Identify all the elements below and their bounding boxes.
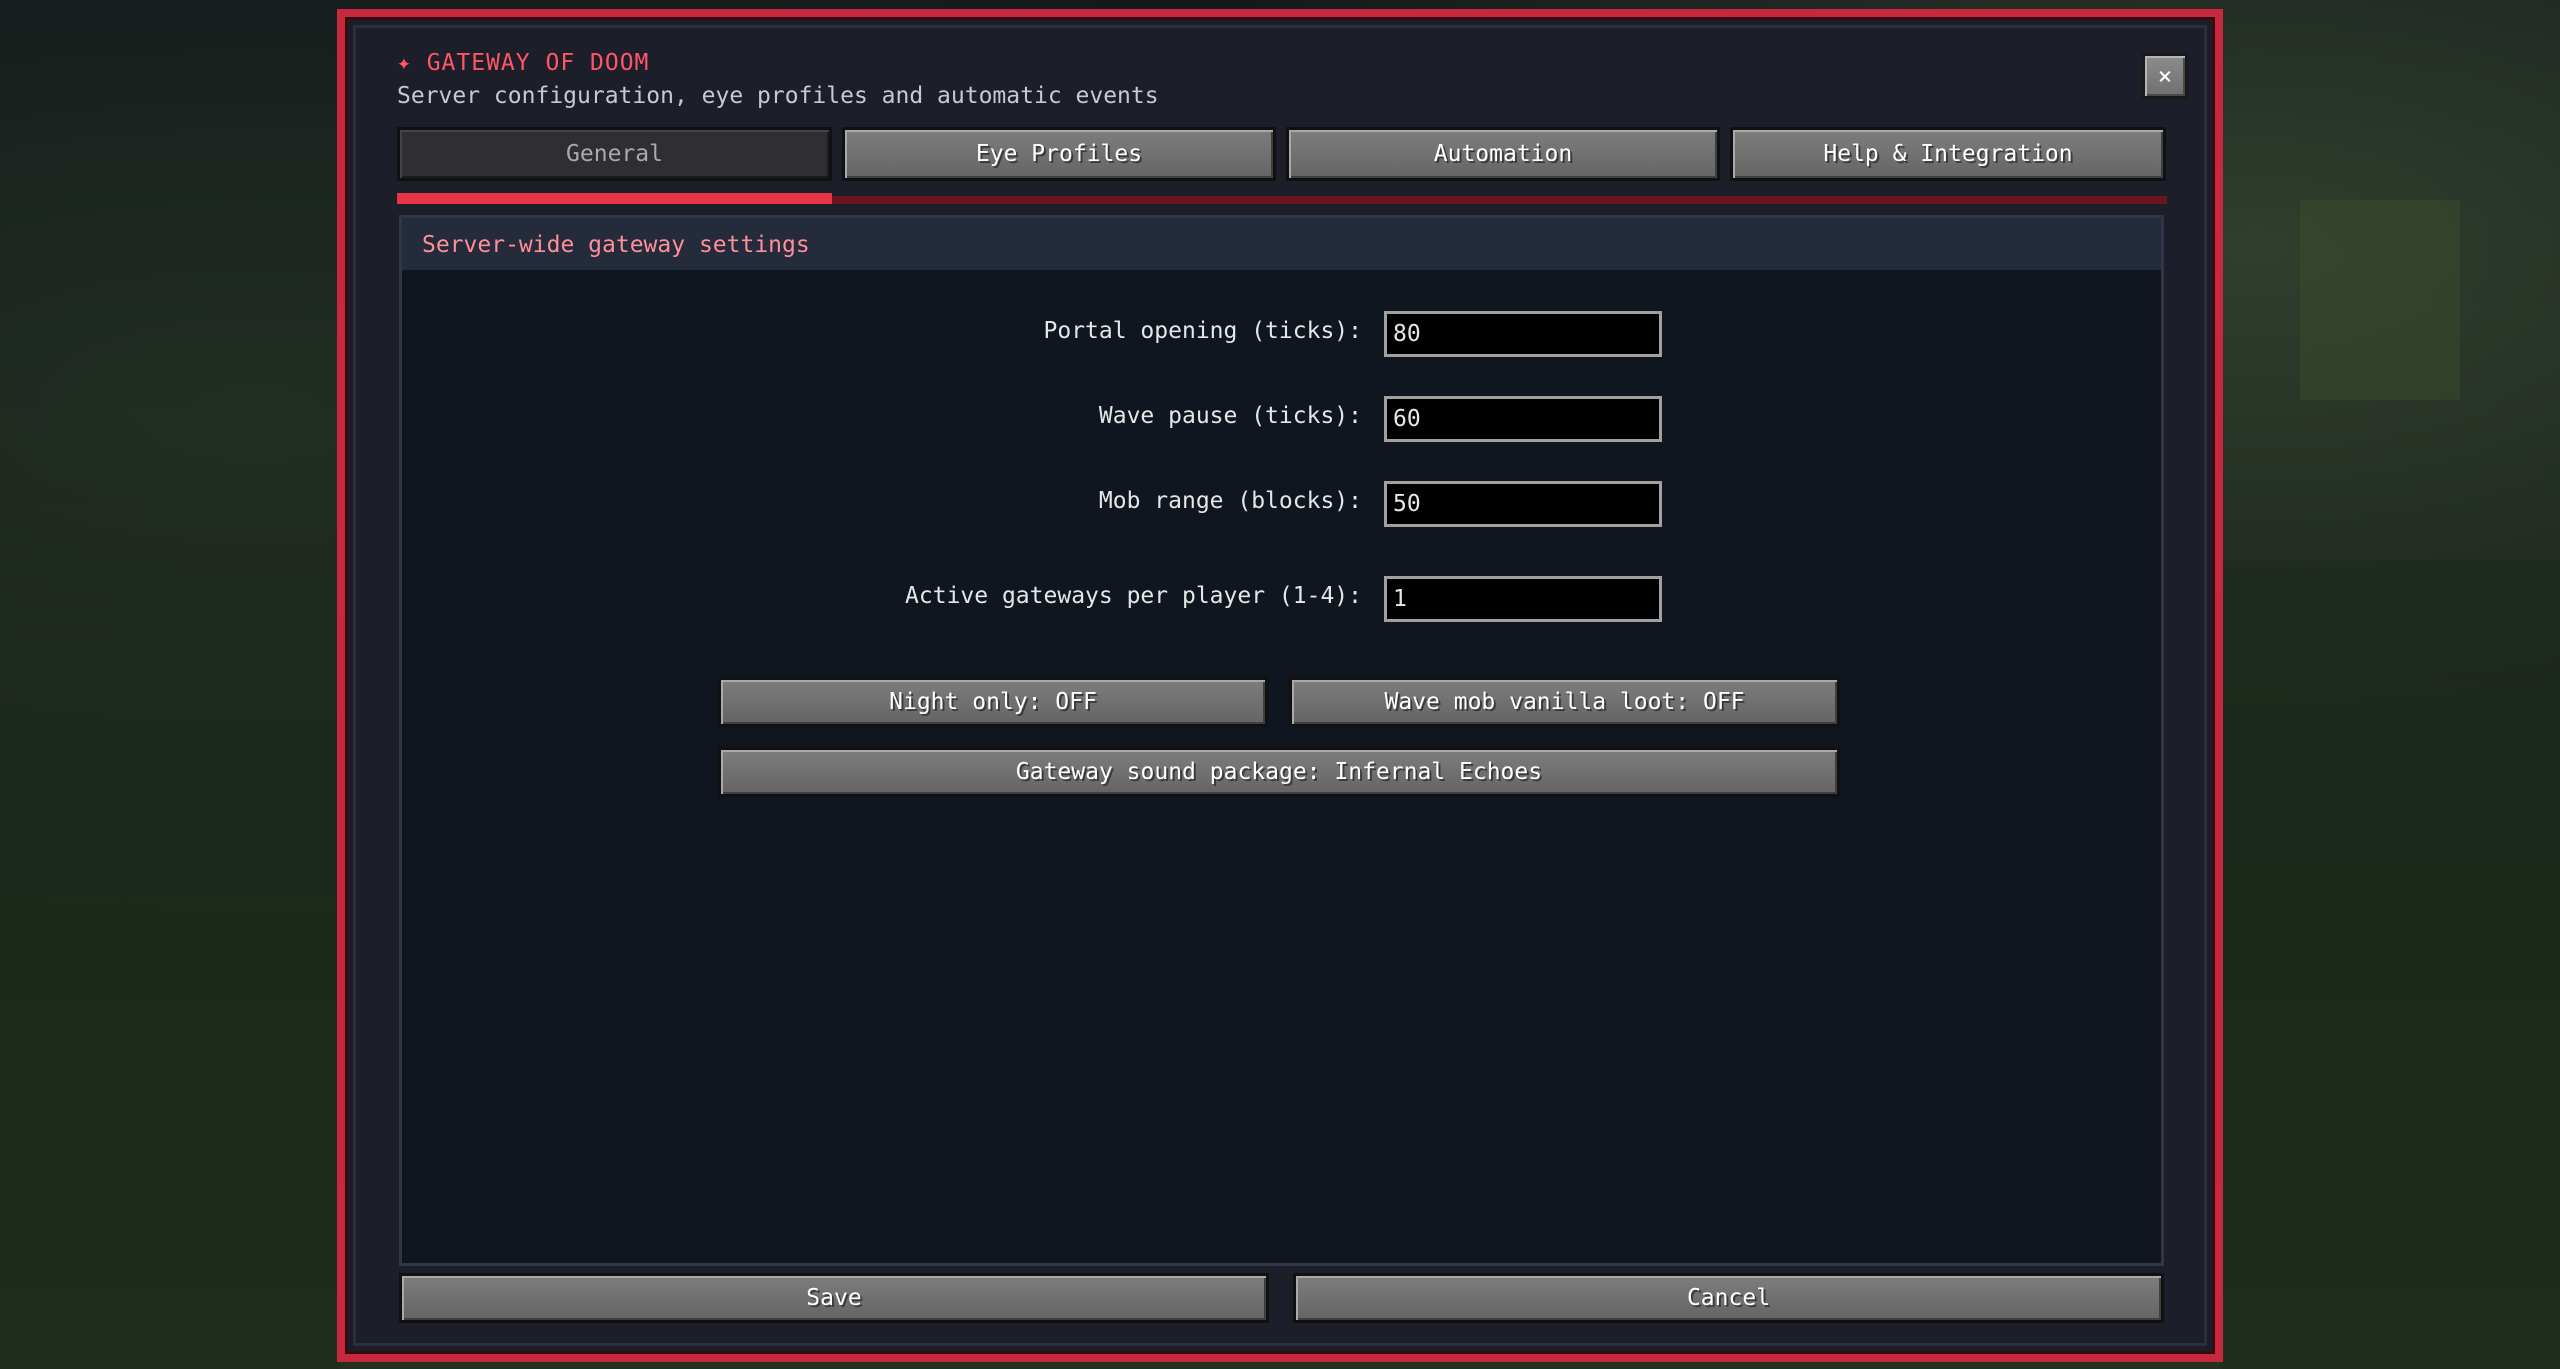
tab-eye-profiles[interactable]: Eye Profiles — [842, 127, 1276, 181]
active-tab-indicator — [397, 193, 832, 204]
background-foliage — [2300, 200, 2460, 400]
portal-opening-input[interactable] — [1384, 311, 1662, 357]
active-gateways-label: Active gateways per player (1-4): — [905, 583, 1362, 609]
background-terrain — [0, 880, 340, 1369]
vanilla-loot-toggle[interactable]: Wave mob vanilla loot: OFF — [1289, 677, 1840, 727]
wave-pause-label: Wave pause (ticks): — [1098, 403, 1362, 429]
sound-package-button[interactable]: Gateway sound package: Infernal Echoes — [718, 747, 1840, 797]
mob-range-label: Mob range (blocks): — [1098, 488, 1362, 514]
tab-automation[interactable]: Automation — [1286, 127, 1720, 181]
portal-opening-label: Portal opening (ticks): — [1043, 318, 1363, 344]
save-button[interactable]: Save — [399, 1273, 1269, 1323]
tab-help-integration[interactable]: Help & Integration — [1730, 127, 2166, 181]
cancel-button[interactable]: Cancel — [1293, 1273, 2164, 1323]
close-button[interactable]: × — [2142, 53, 2188, 99]
mob-range-input[interactable] — [1384, 481, 1662, 527]
config-window: ✦ GATEWAY OF DOOM Server configuration, … — [337, 9, 2223, 1362]
active-gateways-input[interactable] — [1384, 576, 1662, 622]
panel-heading: Server-wide gateway settings — [422, 232, 810, 258]
settings-panel: Server-wide gateway settings Portal open… — [399, 215, 2164, 1266]
close-icon: × — [2157, 62, 2173, 90]
tab-general[interactable]: General — [397, 127, 832, 181]
window-subtitle: Server configuration, eye profiles and a… — [397, 83, 1159, 109]
night-only-toggle[interactable]: Night only: OFF — [718, 677, 1268, 727]
window-title: ✦ GATEWAY OF DOOM — [397, 50, 650, 76]
wave-pause-input[interactable] — [1384, 396, 1662, 442]
background-terrain — [2222, 560, 2560, 1369]
panel-header: Server-wide gateway settings — [402, 218, 2161, 270]
